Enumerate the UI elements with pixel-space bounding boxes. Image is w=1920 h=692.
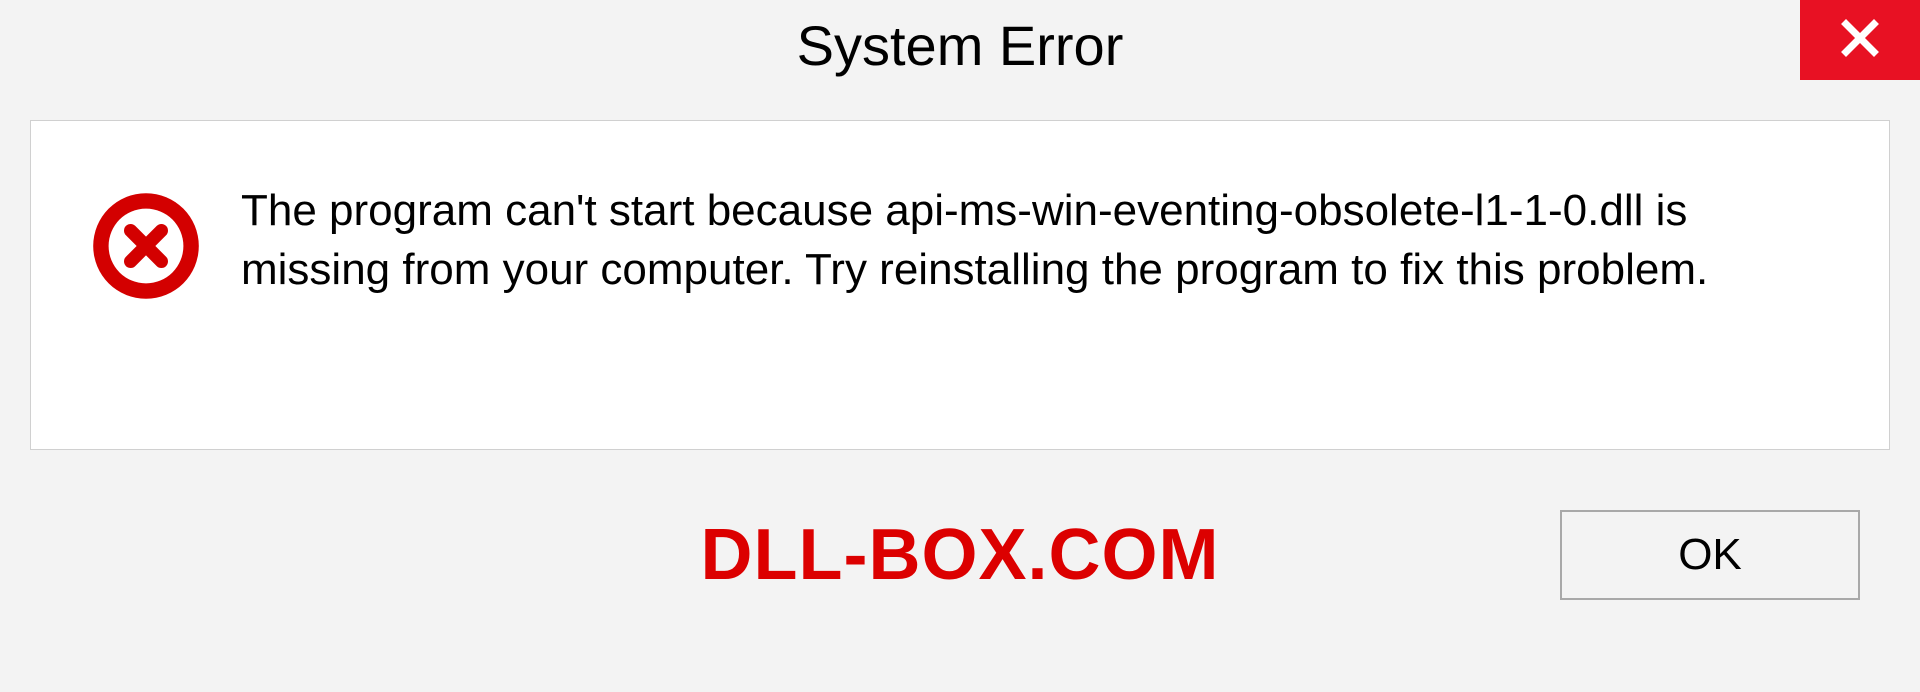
error-message: The program can't start because api-ms-w… xyxy=(241,181,1829,300)
dialog-title: System Error xyxy=(797,13,1124,78)
close-button[interactable] xyxy=(1800,0,1920,80)
content-box: The program can't start because api-ms-w… xyxy=(30,120,1890,450)
ok-button-label: OK xyxy=(1678,530,1742,580)
ok-button[interactable]: OK xyxy=(1560,510,1860,600)
watermark-text: DLL-BOX.COM xyxy=(701,514,1220,596)
close-icon xyxy=(1836,14,1884,67)
titlebar: System Error xyxy=(0,0,1920,90)
footer: DLL-BOX.COM OK xyxy=(0,450,1920,660)
error-icon xyxy=(91,191,201,301)
